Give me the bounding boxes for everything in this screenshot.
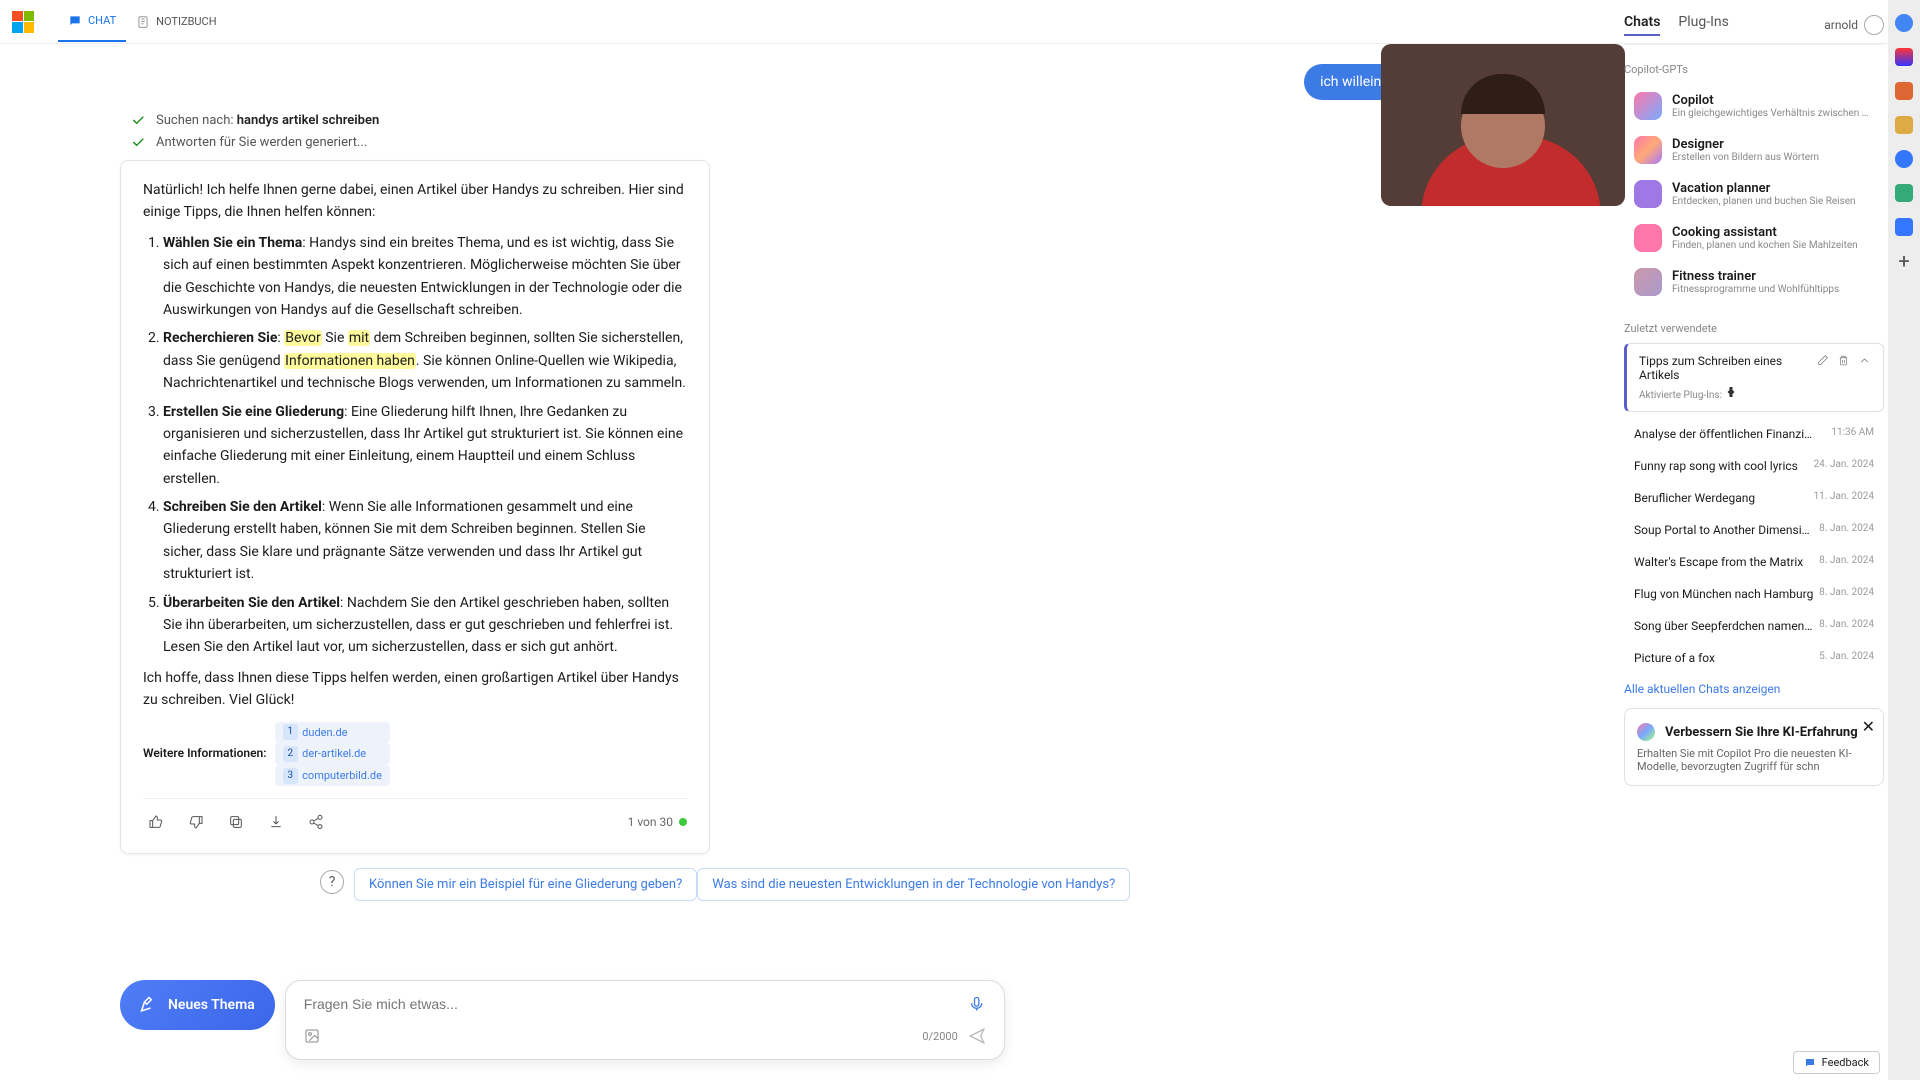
suggestion-chip[interactable]: Was sind die neuesten Entwicklungen in d… [697, 868, 1130, 901]
feedback-icon [1804, 1057, 1816, 1069]
answer-item: Erstellen Sie eine Gliederung: Eine Glie… [163, 401, 687, 491]
dislike-button[interactable] [183, 809, 209, 835]
rail-icon-3[interactable] [1895, 116, 1913, 134]
chat-icon [68, 14, 82, 28]
chat-history-item[interactable]: Walter's Escape from the Matrix8. Jan. 2… [1624, 546, 1884, 578]
webcam-overlay [1381, 44, 1625, 206]
gpt-card[interactable]: Fitness trainerFitnessprogramme und Wohl… [1624, 260, 1884, 304]
turn-counter: 1 von 30 [628, 813, 673, 832]
source-link[interactable]: 3computerbild.de [275, 765, 390, 787]
show-all-chats-link[interactable]: Alle aktuellen Chats anzeigen [1624, 682, 1884, 696]
gpt-card[interactable]: CopilotEin gleichgewichtiges Verhältnis … [1624, 84, 1884, 128]
chat-history-item[interactable]: Soup Portal to Another Dimension8. Jan. … [1624, 514, 1884, 546]
search-icon[interactable] [1895, 14, 1913, 32]
new-topic-button[interactable]: Neues Thema [120, 980, 275, 1030]
rail-icon-6[interactable] [1895, 218, 1913, 236]
answer-item: Wählen Sie ein Thema: Handys sind ein br… [163, 232, 687, 322]
promo-title: Verbessern Sie Ihre KI-Erfahrung [1665, 725, 1858, 740]
avatar-icon [1864, 15, 1884, 35]
chat-history-item[interactable]: Picture of a fox5. Jan. 2024 [1624, 642, 1884, 674]
promo-desc: Erhalten Sie mit Copilot Pro die neueste… [1637, 747, 1871, 773]
chat-history-item[interactable]: Flug von München nach Hamburg8. Jan. 202… [1624, 578, 1884, 610]
compose-input[interactable] [304, 996, 961, 1012]
user-message: ich willeinen artikel zu handys schreibe… [120, 64, 1585, 100]
tab-chat[interactable]: CHAT [58, 2, 126, 42]
right-tab-plugins[interactable]: Plug-Ins [1678, 14, 1728, 36]
share-button[interactable] [303, 809, 329, 835]
notebook-icon [136, 15, 150, 29]
send-icon[interactable] [968, 1027, 986, 1045]
sources-row: Weitere Informationen: 1duden.de 2der-ar… [143, 722, 687, 787]
rail-icon-5[interactable] [1895, 184, 1913, 202]
copilot-icon [1637, 723, 1655, 741]
chat-history-item[interactable]: Analyse der öffentlichen Finanzierung de… [1624, 418, 1884, 450]
rail-icon-2[interactable] [1895, 82, 1913, 100]
gpt-card[interactable]: Vacation plannerEntdecken, planen und bu… [1624, 172, 1884, 216]
right-tab-chats[interactable]: Chats [1624, 14, 1660, 36]
chat-history-item[interactable]: Funny rap song with cool lyrics24. Jan. … [1624, 450, 1884, 482]
close-icon[interactable]: ✕ [1862, 717, 1875, 736]
plugin-icon [1725, 386, 1737, 398]
tab-notebook-label: NOTIZBUCH [156, 15, 216, 28]
download-button[interactable] [263, 809, 289, 835]
gpt-card[interactable]: Cooking assistantFinden, planen und koch… [1624, 216, 1884, 260]
answer-intro: Natürlich! Ich helfe Ihnen gerne dabei, … [143, 179, 687, 224]
rail-icon-4[interactable] [1895, 150, 1913, 168]
image-search-icon[interactable] [304, 1028, 320, 1044]
suggestion-icon: ? [320, 870, 344, 894]
compose-box[interactable]: 0/2000 [285, 980, 1005, 1060]
chevron-up-icon[interactable] [1858, 354, 1871, 367]
like-button[interactable] [143, 809, 169, 835]
answer-item: Überarbeiten Sie den Artikel: Nachdem Si… [163, 592, 687, 659]
chat-history-item[interactable]: Song über Seepferdchen namens Bub8. Jan.… [1624, 610, 1884, 642]
section-recent-title: Zuletzt verwendete [1624, 322, 1884, 335]
rail-icon-1[interactable] [1895, 48, 1913, 66]
section-gpts-title: Copilot-GPTs [1624, 63, 1884, 76]
microphone-icon[interactable] [968, 995, 985, 1013]
promo-card: ✕ Verbessern Sie Ihre KI-Erfahrung Erhal… [1624, 708, 1884, 786]
answer-item: Recherchieren Sie: Bevor Sie mit dem Sch… [163, 327, 687, 394]
tab-chat-label: CHAT [88, 14, 116, 27]
edit-icon[interactable] [1816, 354, 1829, 367]
source-link[interactable]: 1duden.de [275, 722, 390, 744]
answer-item: Schreiben Sie den Artikel: Wenn Sie alle… [163, 496, 687, 586]
broom-icon [140, 996, 158, 1014]
chat-history-item[interactable]: Beruflicher Werdegang11. Jan. 2024 [1624, 482, 1884, 514]
right-rail: + [1888, 0, 1920, 1080]
check-icon [130, 134, 146, 150]
feedback-button[interactable]: Feedback [1793, 1051, 1880, 1074]
user-menu[interactable]: arnold [1824, 14, 1884, 36]
gpt-card[interactable]: DesignerErstellen von Bildern aus Wörter… [1624, 128, 1884, 172]
copy-button[interactable] [223, 809, 249, 835]
char-count: 0/2000 [922, 1030, 957, 1043]
trash-icon[interactable] [1837, 354, 1850, 367]
tab-notebook[interactable]: NOTIZBUCH [126, 3, 226, 41]
microsoft-logo[interactable] [12, 11, 34, 33]
suggestion-chip[interactable]: Können Sie mir ein Beispiel für eine Gli… [354, 868, 697, 901]
source-link[interactable]: 2der-artikel.de [275, 743, 390, 765]
sources-label: Weitere Informationen: [143, 744, 267, 763]
active-chat[interactable]: Tipps zum Schreiben eines Artikels Aktiv… [1624, 343, 1884, 412]
check-icon [130, 112, 146, 128]
plus-icon[interactable]: + [1895, 252, 1913, 270]
answer-outro: Ich hoffe, dass Ihnen diese Tipps helfen… [143, 667, 687, 712]
status-dot [679, 818, 687, 826]
assistant-answer: Natürlich! Ich helfe Ihnen gerne dabei, … [120, 160, 710, 854]
